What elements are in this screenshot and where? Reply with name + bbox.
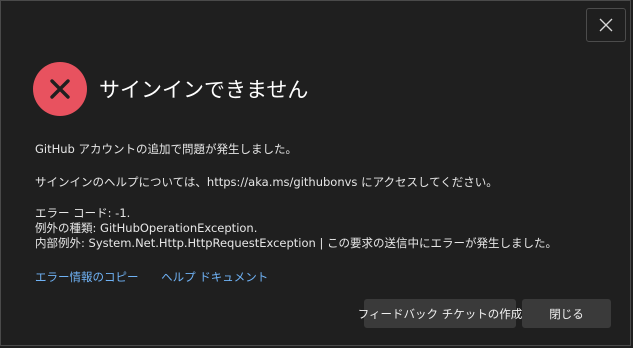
copy-error-info-link[interactable]: エラー情報のコピー xyxy=(35,269,139,285)
dialog-title: サインインできません xyxy=(99,78,309,102)
exception-type: 例外の種類: GitHubOperationException. xyxy=(35,221,258,235)
error-x-icon xyxy=(33,62,87,116)
close-button[interactable] xyxy=(586,8,626,42)
error-code: エラー コード: -1. xyxy=(35,206,131,220)
close-icon xyxy=(599,18,613,32)
help-documentation-link[interactable]: ヘルプ ドキュメント xyxy=(161,269,268,285)
error-message: GitHub アカウントの追加で問題が発生しました。 xyxy=(35,142,298,156)
help-message: サインインのヘルプについては、https://aka.ms/githubonvs… xyxy=(35,175,498,189)
dialog-header: サインインできません xyxy=(33,62,308,116)
sign-in-error-dialog: サインインできません GitHub アカウントの追加で問題が発生しました。 サイ… xyxy=(0,0,631,346)
close-dialog-button[interactable]: 閉じる xyxy=(522,299,611,328)
create-feedback-ticket-button[interactable]: フィードバック チケットの作成 xyxy=(358,299,522,328)
dialog-links: エラー情報のコピー ヘルプ ドキュメント xyxy=(35,269,268,285)
inner-exception: 内部例外: System.Net.Http.HttpRequestExcepti… xyxy=(35,236,557,250)
